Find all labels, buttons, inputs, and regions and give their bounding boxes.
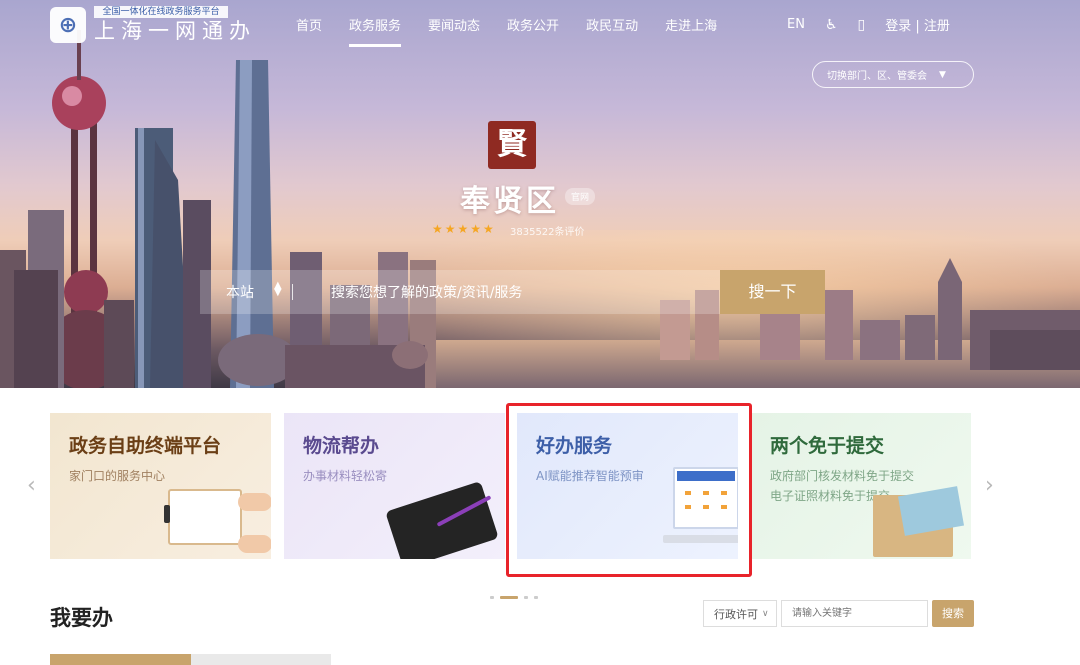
logo-emblem-icon: ⊕ — [50, 7, 86, 43]
search-scope-select[interactable]: 本站 ▲ ▼ — [200, 280, 292, 302]
card-subtitle: 家门口的服务中心 — [69, 469, 166, 483]
nav-news[interactable]: 要闻动态 — [428, 15, 480, 34]
card-subtitle: 办事材料轻松寄 — [303, 469, 388, 483]
carousel-dot[interactable] — [524, 596, 528, 599]
nav-home[interactable]: 首页 — [296, 15, 322, 34]
logo-subtitle: 全国一体化在线政务服务平台 — [94, 6, 228, 18]
card-two-exemptions[interactable]: 两个免于提交 政府部门核发材料免于提交 电子证照材料免于提交 — [751, 413, 971, 559]
nav-open-government[interactable]: 政务公开 — [507, 15, 559, 34]
nav-tools: EN ♿ ▯ 登录 | 注册 — [787, 15, 950, 35]
card-subtitle-line: 电子证照材料免于提交 — [770, 489, 891, 503]
nav-about-shanghai[interactable]: 走进上海 — [665, 15, 717, 34]
hand-illustration — [238, 493, 271, 511]
card-subtitle-line: 政府部门核发材料免于提交 — [770, 469, 915, 483]
official-site-tag: 官网 — [565, 188, 596, 205]
card-title: 政务自助终端平台 — [69, 435, 222, 457]
search-button[interactable]: 搜一下 — [720, 270, 825, 314]
nav-interaction[interactable]: 政民互动 — [586, 15, 638, 34]
switch-label: 切换部门、区、管委会 — [827, 71, 927, 82]
main-nav: 首页 政务服务 要闻动态 政务公开 政民互动 走进上海 — [296, 15, 744, 47]
caret-down-icon: ▼ — [939, 69, 946, 80]
nav-government-services[interactable]: 政务服务 — [349, 15, 402, 47]
service-type-label: 行政许可 — [714, 607, 758, 621]
site-search: 本站 ▲ ▼ 搜索您想了解的政策/资讯/服务 搜一下 — [200, 270, 825, 314]
card-title: 物流帮办 — [303, 435, 380, 457]
carousel-indicators — [490, 596, 544, 599]
page: ⊕ 全国一体化在线政务服务平台 上海一网通办 首页 政务服务 要闻动态 政务公开… — [0, 0, 1080, 665]
keyword-input[interactable] — [781, 600, 928, 627]
language-toggle[interactable]: EN — [787, 17, 805, 32]
district-name: 奉贤区 — [460, 184, 559, 219]
carousel-dot-active[interactable] — [500, 596, 518, 599]
clipboard-illustration — [164, 489, 242, 545]
search-scope-label: 本站 — [226, 285, 254, 301]
accessibility-icon[interactable]: ♿ — [825, 17, 838, 33]
search-divider — [292, 284, 293, 300]
carousel-dot[interactable] — [534, 596, 538, 599]
site-logo[interactable]: ⊕ 全国一体化在线政务服务平台 上海一网通办 — [50, 6, 256, 44]
top-navigation: ⊕ 全国一体化在线政务服务平台 上海一网通办 首页 政务服务 要闻动态 政务公开… — [0, 0, 1080, 88]
mobile-icon[interactable]: ▯ — [858, 17, 866, 33]
carousel-dot[interactable] — [490, 596, 494, 599]
carousel-prev-icon[interactable]: ‹ — [27, 475, 36, 497]
sort-arrows-icon: ▲ ▼ — [274, 280, 282, 298]
tab-active[interactable] — [50, 654, 191, 665]
tab-inactive[interactable] — [191, 654, 331, 665]
switch-department-dropdown[interactable]: 切换部门、区、管委会 ▼ — [812, 61, 974, 88]
search-input[interactable]: 搜索您想了解的政策/资讯/服务 — [331, 282, 522, 302]
district-seal-icon: 賢 — [488, 121, 536, 169]
login-register-link[interactable]: 登录 | 注册 — [885, 15, 950, 34]
service-type-select[interactable]: 行政许可 ∨ — [703, 600, 777, 627]
card-self-service-terminal[interactable]: 政务自助终端平台 家门口的服务中心 — [50, 413, 271, 559]
card-logistics-assistance[interactable]: 物流帮办 办事材料轻松寄 — [284, 413, 505, 559]
logo-title: 上海一网通办 — [94, 19, 256, 43]
search-box: 本站 ▲ ▼ 搜索您想了解的政策/资讯/服务 — [200, 270, 720, 314]
card-title: 两个免于提交 — [770, 435, 885, 457]
chevron-down-icon: ∨ — [762, 608, 769, 619]
hand-illustration — [238, 535, 271, 553]
highlight-box — [506, 403, 752, 577]
rating-count: 3835522条评价 — [510, 227, 585, 238]
keyword-search-button[interactable]: 搜索 — [932, 600, 974, 627]
section-title: 我要办 — [50, 606, 113, 630]
carousel-next-icon[interactable]: › — [985, 475, 994, 497]
rating-stars-icon: ★★★★★ — [432, 222, 496, 236]
